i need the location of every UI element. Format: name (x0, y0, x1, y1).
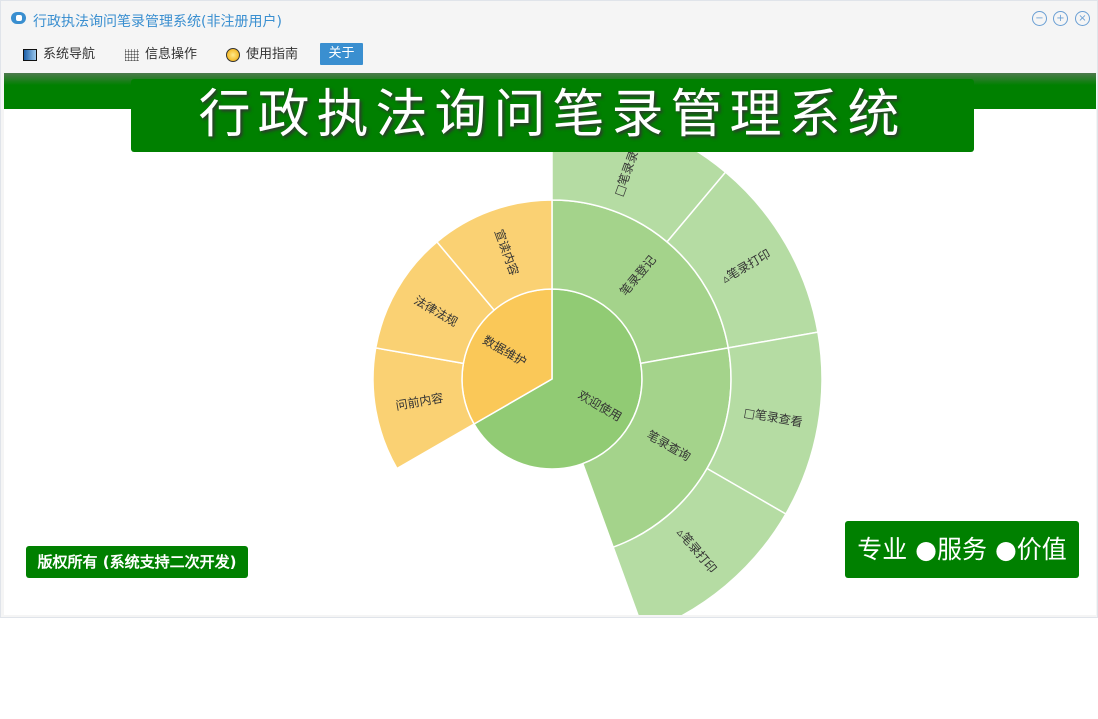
help-icon (226, 48, 240, 62)
menu-label: 使用指南 (246, 47, 299, 62)
menu-system-nav[interactable]: 系统导航 (23, 45, 95, 65)
slogan-badge: 专业 ●服务 ●价值 (845, 521, 1079, 578)
copyright-badge: 版权所有 (系统支持二次开发) (26, 546, 248, 578)
app-logo-icon (11, 12, 26, 24)
maximize-icon[interactable]: + (1053, 11, 1068, 26)
menu-user-guide[interactable]: 使用指南 (226, 45, 298, 65)
menu-about[interactable]: 关于 (320, 43, 363, 65)
page-banner-title: 行政执法询问笔录管理系统 (131, 79, 974, 152)
menu-label: 信息操作 (145, 47, 198, 62)
window-title: 行政执法询问笔录管理系统(非注册用户) (33, 14, 282, 30)
main-content: 欢迎使用 笔录登记 □笔录录入 ▵笔录打印 笔录查询 □笔录查看 ▵笔录打印 数据维护 问前内容… (4, 73, 1096, 615)
title-bar: 行政执法询问笔录管理系统(非注册用户) − + × (1, 1, 1097, 39)
minimize-icon[interactable]: − (1032, 11, 1047, 26)
monitor-icon (23, 49, 37, 61)
close-icon[interactable]: × (1075, 11, 1090, 26)
menu-info-ops[interactable]: 信息操作 (125, 45, 197, 65)
app-window: 行政执法询问笔录管理系统(非注册用户) − + × 系统导航 信息操作 使用指南… (0, 0, 1098, 618)
grid-icon (125, 49, 139, 61)
menu-label: 系统导航 (43, 47, 96, 62)
menu-bar: 系统导航 信息操作 使用指南 关于 (1, 39, 1097, 71)
